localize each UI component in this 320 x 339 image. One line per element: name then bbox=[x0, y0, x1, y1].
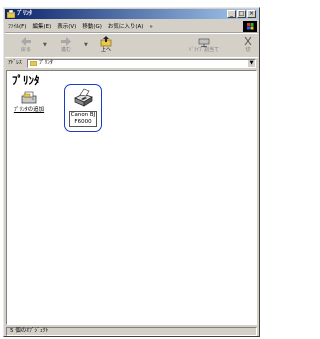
up-button[interactable]: 上へ bbox=[93, 36, 119, 56]
back-label: 戻る bbox=[20, 47, 31, 53]
minimize-button[interactable]: _ bbox=[227, 10, 236, 18]
menu-edit[interactable]: 編集(E) bbox=[29, 22, 54, 32]
add-printer-icon bbox=[21, 91, 37, 104]
toolbar: 戻る ▼ 進む ▼ 上へ ﾄﾞﾗｲﾌﾞ割当て 切 bbox=[5, 33, 258, 58]
printer-folder-icon bbox=[7, 10, 15, 18]
status-text: 5 個のｵﾌﾞｼﾞｪｸﾄ bbox=[10, 328, 49, 334]
folder-heading: ﾌﾟﾘﾝﾀ bbox=[12, 74, 40, 87]
address-label: ｱﾄﾞﾚｽ bbox=[8, 60, 22, 66]
forward-label: 進む bbox=[60, 47, 71, 53]
up-label: 上へ bbox=[100, 47, 111, 53]
forward-dropdown-icon[interactable]: ▼ bbox=[84, 42, 88, 48]
printer-icon bbox=[74, 88, 93, 107]
address-field[interactable]: ﾌﾟﾘﾝﾀ ▼ bbox=[27, 59, 256, 68]
add-printer-item[interactable]: ﾌﾟﾘﾝﾀの追加 bbox=[10, 91, 48, 114]
forward-button[interactable]: 進む bbox=[53, 36, 79, 56]
printer-folder-small-icon bbox=[30, 61, 37, 66]
map-network-drive-icon bbox=[198, 38, 210, 47]
cut-button[interactable]: 切 bbox=[241, 36, 255, 56]
maximize-button[interactable]: □ bbox=[237, 10, 246, 18]
address-value: ﾌﾟﾘﾝﾀ bbox=[39, 60, 53, 66]
back-dropdown-icon[interactable]: ▼ bbox=[43, 42, 47, 48]
map-drive-label: ﾄﾞﾗｲﾌﾞ割当て bbox=[188, 47, 219, 53]
explorer-window: ﾌﾟﾘﾝﾀ _ □ × ﾌｧｲﾙ(F) 編集(E) 表示(V) 移動(G) お気… bbox=[3, 7, 260, 337]
address-bar: ｱﾄﾞﾚｽ ﾌﾟﾘﾝﾀ ▼ bbox=[5, 57, 258, 69]
printer-name-label: Canon BJ F6000 bbox=[68, 111, 98, 127]
printer-name-line1: Canon BJ bbox=[70, 112, 96, 118]
printer-name-line2: F6000 bbox=[74, 119, 92, 125]
back-arrow-icon bbox=[21, 37, 31, 46]
cut-label: 切 bbox=[245, 47, 251, 53]
menu-favorites[interactable]: お気に入り(A) bbox=[105, 22, 147, 32]
canon-printer-item[interactable]: Canon BJ F6000 bbox=[64, 84, 102, 132]
cut-icon bbox=[244, 36, 252, 46]
back-button[interactable]: 戻る bbox=[13, 36, 39, 56]
menu-view[interactable]: 表示(V) bbox=[54, 22, 79, 32]
status-bar: 5 個のｵﾌﾞｼﾞｪｸﾄ bbox=[6, 327, 257, 336]
add-printer-label: ﾌﾟﾘﾝﾀの追加 bbox=[13, 107, 45, 113]
menu-file[interactable]: ﾌｧｲﾙ(F) bbox=[5, 22, 29, 32]
title-bar[interactable]: ﾌﾟﾘﾝﾀ _ □ × bbox=[5, 9, 258, 19]
folder-view: ﾌﾟﾘﾝﾀ ﾌﾟﾘﾝﾀの追加 Canon BJ F6000 bbox=[6, 70, 257, 325]
windows-logo-icon bbox=[243, 21, 257, 32]
address-dropdown-icon[interactable]: ▼ bbox=[247, 60, 255, 67]
menu-more-chevron[interactable]: » bbox=[146, 22, 155, 32]
up-folder-icon bbox=[100, 36, 112, 47]
forward-arrow-icon bbox=[61, 37, 71, 46]
close-button[interactable]: × bbox=[247, 10, 256, 18]
caption-buttons: _ □ × bbox=[227, 10, 256, 18]
menu-go[interactable]: 移動(G) bbox=[79, 22, 105, 32]
map-drive-button[interactable]: ﾄﾞﾗｲﾌﾞ割当て bbox=[183, 36, 225, 56]
window-title: ﾌﾟﾘﾝﾀ bbox=[17, 10, 33, 17]
menu-bar: ﾌｧｲﾙ(F) 編集(E) 表示(V) 移動(G) お気に入り(A) » bbox=[5, 21, 258, 33]
